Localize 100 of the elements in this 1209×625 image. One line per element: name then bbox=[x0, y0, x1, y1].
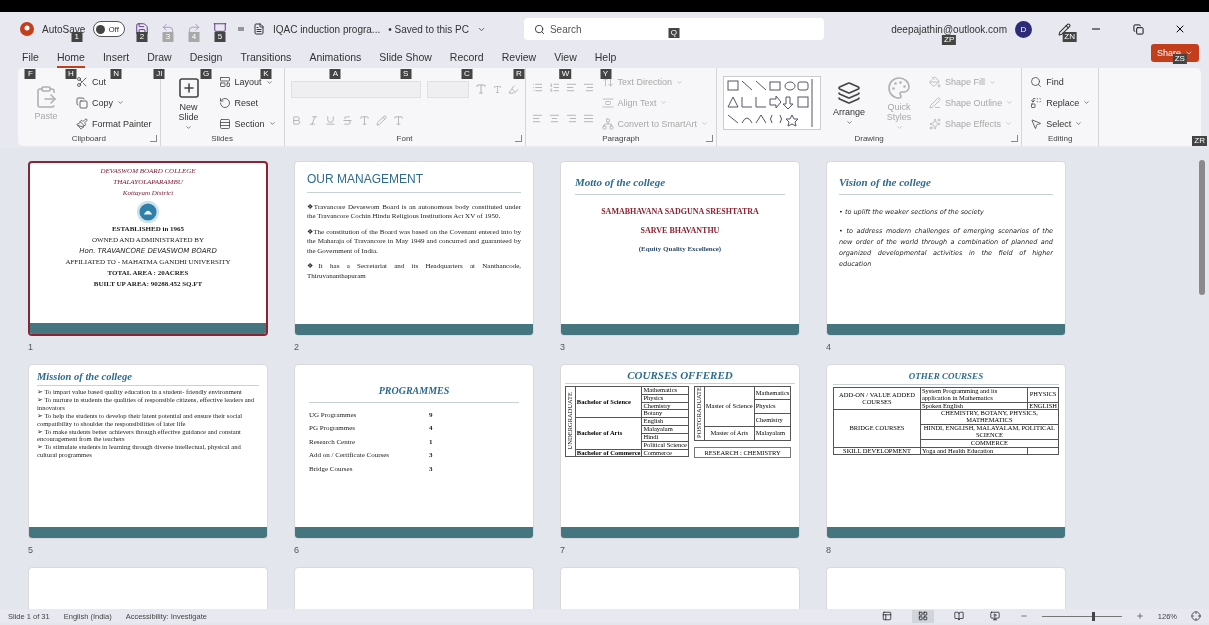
ribbon-tab[interactable]: Transitions bbox=[240, 51, 292, 68]
key-tip: N bbox=[110, 69, 122, 79]
ribbon-tab[interactable]: File bbox=[22, 51, 39, 68]
scrollbar-thumb[interactable] bbox=[1199, 160, 1205, 295]
ribbon-tab[interactable]: Draw bbox=[147, 51, 172, 68]
slide-thumbnail[interactable] bbox=[28, 161, 268, 336]
case-icon[interactable] bbox=[358, 114, 370, 126]
zoom-in-icon[interactable] bbox=[1135, 612, 1144, 620]
key-tip: C bbox=[461, 69, 473, 79]
outdent-icon[interactable] bbox=[582, 82, 594, 93]
customize-icon[interactable] bbox=[236, 25, 245, 33]
arrange-icon bbox=[837, 80, 862, 105]
palette-icon bbox=[887, 75, 912, 100]
motto-line: SAMABHAVANA SADGUNA SRESHTATRA bbox=[600, 207, 760, 218]
slide-number: 5 bbox=[28, 545, 34, 555]
dialog-launcher-icon[interactable] bbox=[706, 135, 714, 142]
numbering-icon[interactable] bbox=[548, 82, 560, 93]
group-label: Slides bbox=[211, 134, 233, 145]
slide-title: Mission of the college bbox=[37, 371, 259, 386]
group-label: Editing bbox=[1047, 134, 1073, 145]
slide-title: OTHER COURSES bbox=[833, 371, 1059, 385]
zoom-slider-thumb[interactable] bbox=[1092, 611, 1095, 621]
ribbon-button[interactable]: Find bbox=[1028, 75, 1093, 90]
dialog-launcher-icon[interactable] bbox=[514, 135, 522, 142]
ribbon-button[interactable]: Arrange bbox=[827, 79, 872, 127]
key-tip: W bbox=[559, 69, 572, 79]
file-name[interactable]: IQAC induction progra... bbox=[272, 23, 381, 35]
normal-view-icon bbox=[881, 611, 892, 621]
view-button[interactable] bbox=[911, 609, 934, 623]
key-tip: JI bbox=[153, 69, 165, 79]
shrink-font-icon[interactable] bbox=[492, 84, 502, 94]
key-tip: H bbox=[65, 69, 77, 79]
slide-number: 4 bbox=[826, 342, 832, 352]
ribbon-tab[interactable]: Animations bbox=[309, 51, 362, 68]
ribbon-button[interactable]: Reset bbox=[216, 96, 278, 110]
replace-icon bbox=[1030, 97, 1043, 109]
app-logo-icon bbox=[20, 22, 34, 36]
align-center-icon[interactable] bbox=[548, 113, 560, 124]
save-status[interactable]: • Saved to this PC bbox=[388, 23, 469, 35]
ribbon-button[interactable]: Select bbox=[1028, 116, 1093, 131]
reading-view-icon bbox=[953, 611, 964, 621]
autosave-toggle[interactable]: Off bbox=[93, 21, 125, 37]
account-avatar[interactable]: D bbox=[1015, 20, 1032, 38]
section-icon bbox=[218, 117, 231, 130]
dialog-launcher-icon[interactable] bbox=[1011, 135, 1019, 142]
key-tip: S bbox=[400, 69, 412, 79]
font-size-box[interactable] bbox=[426, 80, 469, 98]
restore-icon[interactable] bbox=[1132, 23, 1144, 35]
close-icon[interactable] bbox=[1174, 23, 1186, 35]
layout-icon bbox=[218, 76, 231, 89]
ribbon-tab[interactable]: View bbox=[554, 51, 577, 68]
ribbon-button[interactable]: Copy bbox=[74, 96, 154, 110]
slide-number: 3 bbox=[560, 342, 566, 352]
slide-sorter-icon bbox=[917, 611, 928, 621]
paint-bucket-icon bbox=[929, 76, 942, 89]
align-text-icon bbox=[601, 97, 614, 109]
indent-icon[interactable] bbox=[565, 82, 577, 93]
key-tip: 5 bbox=[214, 32, 226, 42]
key-tip: G bbox=[200, 69, 212, 79]
pen-icon[interactable] bbox=[1058, 22, 1071, 36]
slide-title: Vision of the college bbox=[839, 176, 1053, 195]
highlight-icon[interactable] bbox=[375, 114, 387, 126]
group-label: Font bbox=[396, 134, 413, 145]
ribbon-button[interactable]: Section bbox=[216, 116, 278, 131]
fit-to-window-icon[interactable] bbox=[1191, 611, 1201, 621]
ribbon-tab[interactable]: Slide Show bbox=[379, 51, 432, 68]
key-tip: 4 bbox=[188, 32, 200, 42]
key-tip: K bbox=[260, 69, 272, 79]
file-icon bbox=[252, 23, 265, 35]
slide-number: 6 bbox=[294, 545, 300, 555]
text-direction-icon bbox=[601, 76, 614, 89]
ribbon-tab[interactable]: Insert bbox=[102, 51, 130, 68]
group-label: Paragraph bbox=[602, 134, 640, 145]
ribbon-tab[interactable]: Record bbox=[449, 51, 484, 68]
ribbon-tab[interactable]: Help bbox=[594, 51, 617, 68]
zoom-out-icon[interactable] bbox=[1019, 612, 1028, 620]
account-email[interactable]: deepajathin@outlook.com bbox=[891, 23, 1007, 35]
ribbon-tab[interactable]: Design bbox=[189, 51, 223, 68]
slide-title: PROGRAMMES bbox=[309, 385, 519, 403]
grow-font-icon[interactable] bbox=[474, 83, 487, 95]
strikethrough-icon[interactable] bbox=[341, 114, 353, 126]
ribbon-button[interactable]: Format Painter bbox=[74, 116, 154, 131]
ribbon-tab[interactable]: Review bbox=[501, 51, 537, 68]
group-label: Clipboard bbox=[71, 134, 106, 145]
dialog-launcher-icon[interactable] bbox=[149, 135, 157, 142]
smartart-icon bbox=[601, 117, 614, 130]
key-tip: ZR bbox=[1192, 136, 1207, 146]
align-right-icon[interactable] bbox=[565, 113, 577, 124]
font-color-icon[interactable] bbox=[392, 114, 404, 126]
sparkles-icon bbox=[929, 117, 942, 130]
clear-format-icon[interactable] bbox=[507, 83, 519, 95]
slide-number: 2 bbox=[294, 342, 300, 352]
search-icon bbox=[1030, 76, 1043, 89]
paste-icon bbox=[34, 85, 58, 109]
justify-icon[interactable] bbox=[582, 113, 594, 124]
key-tip: R bbox=[513, 69, 525, 79]
underline-icon[interactable] bbox=[324, 114, 336, 126]
italic-icon[interactable] bbox=[307, 114, 319, 126]
ribbon-button[interactable]: Replace bbox=[1028, 96, 1093, 110]
shapes-gallery[interactable] bbox=[723, 76, 822, 130]
